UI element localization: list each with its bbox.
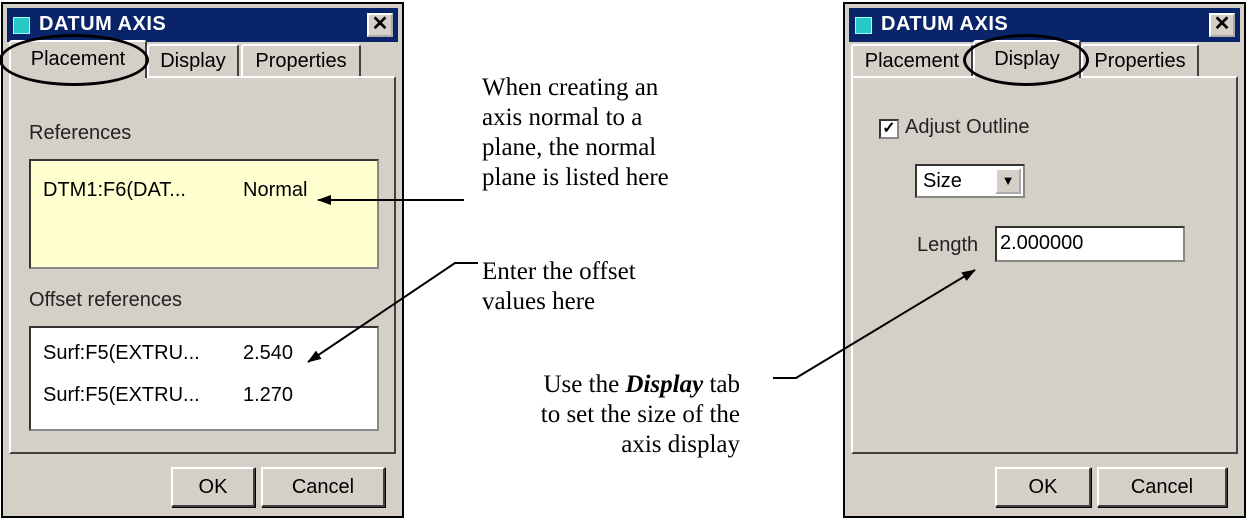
note-line: plane is listed here: [482, 164, 669, 191]
tab-properties[interactable]: Properties: [241, 44, 361, 78]
close-icon[interactable]: ✕: [1209, 13, 1235, 37]
note-line: Enter the offset: [482, 258, 636, 285]
note-text: tab: [703, 371, 740, 398]
references-list[interactable]: DTM1:F6(DAT... Normal: [29, 159, 379, 269]
display-tab-note: Use the Display tab to set the size of t…: [444, 370, 740, 460]
note-line: axis display: [621, 431, 740, 458]
offset-references-list[interactable]: Surf:F5(EXTRU... 2.540 Surf:F5(EXTRU... …: [29, 326, 379, 431]
adjust-outline-label: Adjust Outline: [905, 116, 1030, 138]
display-emphasis: Display: [625, 371, 704, 398]
dialog-title: DATUM AXIS: [39, 13, 167, 35]
datum-axis-dialog-display: DATUM AXIS ✕ Placement Properties Displa…: [843, 2, 1246, 518]
ok-button[interactable]: OK: [995, 467, 1091, 507]
title-bar: DATUM AXIS ✕: [7, 8, 398, 42]
note-line: values here: [482, 288, 596, 315]
offset-reference-name[interactable]: Surf:F5(EXTRU...: [43, 342, 200, 365]
tab-display[interactable]: Display: [973, 40, 1081, 78]
tab-display[interactable]: Display: [147, 44, 239, 78]
window-icon: [855, 17, 872, 34]
title-bar: DATUM AXIS ✕: [849, 8, 1240, 42]
tab-placement[interactable]: Placement: [9, 40, 147, 78]
offset-reference-name[interactable]: Surf:F5(EXTRU...: [43, 384, 200, 407]
dialog-title: DATUM AXIS: [881, 13, 1009, 35]
cancel-button[interactable]: Cancel: [261, 467, 385, 507]
note-line: axis normal to a: [482, 104, 643, 131]
offset-value[interactable]: 1.270: [243, 384, 293, 407]
adjust-outline-checkbox[interactable]: ✓: [879, 119, 899, 139]
chevron-down-icon[interactable]: ▼: [995, 168, 1021, 194]
offset-note: Enter the offset values here: [482, 257, 636, 317]
note-line: Use the Display tab: [444, 370, 741, 400]
tab-placement[interactable]: Placement: [851, 44, 973, 78]
note-text: Use the: [543, 371, 626, 398]
length-input[interactable]: 2.000000: [995, 226, 1185, 262]
note-line: to set the size of the: [540, 401, 740, 428]
length-label: Length: [917, 234, 979, 256]
window-icon: [13, 17, 30, 34]
ok-button[interactable]: OK: [171, 467, 255, 507]
tab-properties[interactable]: Properties: [1081, 44, 1199, 78]
reference-name[interactable]: DTM1:F6(DAT...: [43, 179, 186, 202]
note-line: When creating an: [482, 74, 659, 101]
size-select[interactable]: Size ▼: [915, 164, 1025, 198]
close-icon[interactable]: ✕: [367, 13, 393, 37]
note-line: plane, the normal: [482, 134, 657, 161]
datum-axis-dialog-placement: DATUM AXIS ✕ Display Properties Placemen…: [0, 2, 404, 518]
offset-value[interactable]: 2.540: [243, 342, 293, 365]
normal-plane-note: When creating an axis normal to a plane,…: [482, 73, 669, 193]
references-label: References: [29, 122, 132, 144]
reference-type[interactable]: Normal: [243, 179, 307, 202]
size-select-value: Size: [923, 170, 962, 192]
offset-references-label: Offset references: [29, 289, 183, 311]
cancel-button[interactable]: Cancel: [1097, 467, 1227, 507]
